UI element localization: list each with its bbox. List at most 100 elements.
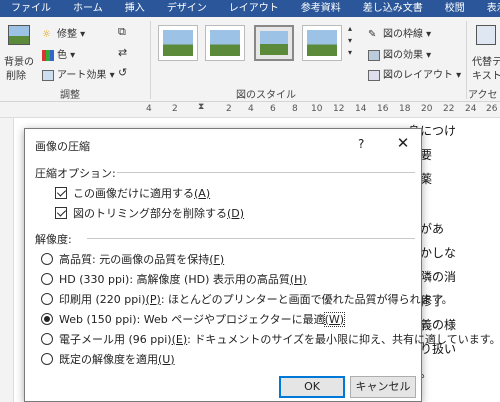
color-button[interactable]: 色 ▾ — [42, 46, 75, 61]
option-label: 印刷用 (220 ppi) — [59, 293, 146, 306]
delete-cropped-checkbox[interactable]: 図のトリミング部分を削除する (D) — [55, 205, 244, 221]
option-description: : ドキュメントのサイズを最小限に抑え、共有に適しています。 — [187, 333, 500, 346]
color-label: 色 — [57, 50, 67, 61]
color-palette-icon — [42, 49, 54, 61]
picture-styles-group-label: 図のスタイル — [236, 90, 296, 101]
ribbon-separator — [466, 21, 467, 99]
help-icon[interactable]: ? — [358, 137, 364, 151]
ribbon-separator — [150, 21, 151, 99]
tab-references[interactable]: 参考資料 — [290, 0, 352, 17]
horizontal-ruler[interactable]: 4 2 ⧗ 2 4 6 8 10 12 14 16 18 20 22 24 26 — [0, 102, 500, 118]
tab-design[interactable]: デザイン — [156, 0, 218, 17]
effects-icon — [368, 49, 380, 61]
option-description: : ほとんどのプリンターと画面で優れた品質が得られます。 — [160, 293, 453, 306]
ruler-number: 2 — [226, 104, 232, 114]
picture-effects-label: 図の効果 — [383, 50, 423, 61]
radio-button[interactable] — [41, 353, 53, 365]
corrections-button[interactable]: ☼ 修整 ▾ — [42, 25, 85, 41]
corrections-label: 修整 — [57, 29, 77, 40]
ruler-number: 16 — [377, 104, 389, 114]
tab-home[interactable]: ホーム — [62, 0, 114, 17]
ruler-indent-marker[interactable]: ⧗ — [198, 102, 204, 112]
change-picture-icon[interactable]: ⇄ — [118, 46, 127, 59]
picture-style-4[interactable] — [302, 25, 342, 61]
remove-background-icon — [8, 25, 30, 45]
delete-cropped-label: 図のトリミング部分を削除する — [73, 207, 227, 220]
compress-pictures-icon[interactable]: ⧉ — [118, 25, 126, 39]
resolution-option-web[interactable]: Web (150 ppi): Web ページやプロジェクターに最適 (W) — [41, 311, 346, 327]
tab-view[interactable]: 表示 — [476, 0, 500, 17]
picture-layout-button[interactable]: 図のレイアウト ▾ — [368, 66, 461, 81]
remove-background-button[interactable]: 背景の 削除 — [2, 21, 36, 83]
ruler-number: 4 — [248, 104, 254, 114]
option-accesskey: (U) — [158, 352, 175, 366]
apply-only-checkbox-box[interactable] — [55, 187, 67, 199]
resolution-heading: 解像度: — [35, 233, 72, 246]
picture-style-3[interactable] — [254, 25, 294, 61]
resolution-option-print[interactable]: 印刷用 (220 ppi) (P): ほとんどのプリンターと画面で優れた品質が得ら… — [41, 291, 453, 307]
remove-background-label-2: 削除 — [6, 71, 26, 82]
picture-effects-button[interactable]: 図の効果 ▾ — [368, 46, 431, 61]
ruler-number: 6 — [270, 104, 276, 114]
ruler-number: 24 — [465, 104, 477, 114]
tab-review[interactable]: 校閲 — [434, 0, 476, 17]
artistic-effects-button[interactable]: アート効果 ▾ — [42, 66, 115, 81]
compress-options-heading: 圧縮オプション: — [35, 167, 116, 180]
tab-layout[interactable]: レイアウト — [218, 0, 290, 17]
picture-style-2[interactable] — [205, 25, 245, 61]
vertical-ruler — [0, 118, 14, 402]
picture-style-preview — [307, 30, 337, 56]
ruler-number: 2 — [172, 104, 178, 114]
ruler-number: 12 — [333, 104, 345, 114]
option-accesskey: (P) — [145, 292, 161, 306]
radio-button-selected[interactable] — [41, 313, 53, 325]
tab-insert[interactable]: 挿入 — [114, 0, 156, 17]
ok-button[interactable]: OK — [279, 376, 345, 398]
apply-only-checkbox[interactable]: この画像だけに適用する (A) — [55, 185, 210, 201]
picture-style-preview — [260, 31, 288, 55]
radio-button[interactable] — [41, 293, 53, 305]
option-accesskey: (E) — [171, 332, 188, 346]
adjust-group-label: 調整 — [60, 90, 80, 101]
close-icon[interactable]: ✕ — [393, 134, 413, 152]
ruler-number: 14 — [355, 104, 367, 114]
artistic-effects-label: アート効果 — [57, 70, 107, 81]
option-label: Web (150 ppi): Web ページやプロジェクターに最適 — [59, 313, 325, 326]
resolution-option-email[interactable]: 電子メール用 (96 ppi) (E): ドキュメントのサイズを最小限に抑え、共有… — [41, 331, 500, 347]
apply-only-label: この画像だけに適用する — [73, 187, 194, 200]
option-accesskey: (F) — [209, 252, 225, 266]
picture-style-1[interactable] — [158, 25, 198, 61]
radio-button[interactable] — [41, 273, 53, 285]
delete-cropped-checkbox-box[interactable] — [55, 207, 67, 219]
ribbon: 背景の 削除 ☼ 修整 ▾ 色 ▾ アート効果 ▾ ⧉ ⇄ ↺ 調整 ▴ ▾ ▾ 図の… — [0, 17, 500, 116]
radio-button[interactable] — [41, 333, 53, 345]
picture-border-button[interactable]: ✎ 図の枠線 ▾ — [368, 25, 431, 41]
option-label: 高品質: 元の画像の品質を保持 — [59, 253, 210, 266]
dialog-title: 画像の圧縮 — [35, 140, 90, 153]
ruler-number: 18 — [399, 104, 411, 114]
gallery-scroll-arrows[interactable]: ▴ ▾ ▾ — [348, 23, 352, 59]
resolution-option-default[interactable]: 既定の解像度を適用 (U) — [41, 351, 175, 367]
ruler-number: 4 — [146, 104, 152, 114]
compress-pictures-dialog: 画像の圧縮 ? ✕ 圧縮オプション: この画像だけに適用する (A) 図のトリミン… — [24, 128, 500, 402]
picture-style-preview — [210, 30, 240, 56]
sun-icon: ☼ — [42, 28, 51, 40]
option-accesskey: (W) — [323, 311, 346, 327]
ruler-number: 22 — [443, 104, 455, 114]
alt-text-label-2: キスト — [472, 71, 500, 82]
ruler-number: 26 — [486, 104, 498, 114]
radio-button[interactable] — [41, 253, 53, 265]
option-label: 電子メール用 (96 ppi) — [59, 333, 172, 346]
alt-text-button[interactable]: 代替テ キスト — [470, 21, 500, 83]
resolution-option-hd[interactable]: HD (330 ppi): 高解像度 (HD) 表示用の高品質 (H) — [41, 271, 307, 287]
artistic-effects-icon — [42, 69, 54, 81]
tab-file[interactable]: ファイル — [0, 0, 62, 17]
divider — [87, 238, 415, 239]
layout-icon — [368, 69, 380, 81]
cancel-button[interactable]: キャンセル — [350, 376, 416, 398]
alt-text-label-1: 代替テ — [472, 57, 500, 68]
ribbon-tab-bar: ファイル ホーム 挿入 デザイン レイアウト 参考資料 差し込み文書 校閲 表示 — [0, 0, 500, 17]
reset-picture-icon[interactable]: ↺ — [118, 66, 127, 79]
tab-mailings[interactable]: 差し込み文書 — [352, 0, 434, 17]
resolution-option-high-fidelity[interactable]: 高品質: 元の画像の品質を保持 (F) — [41, 251, 224, 267]
